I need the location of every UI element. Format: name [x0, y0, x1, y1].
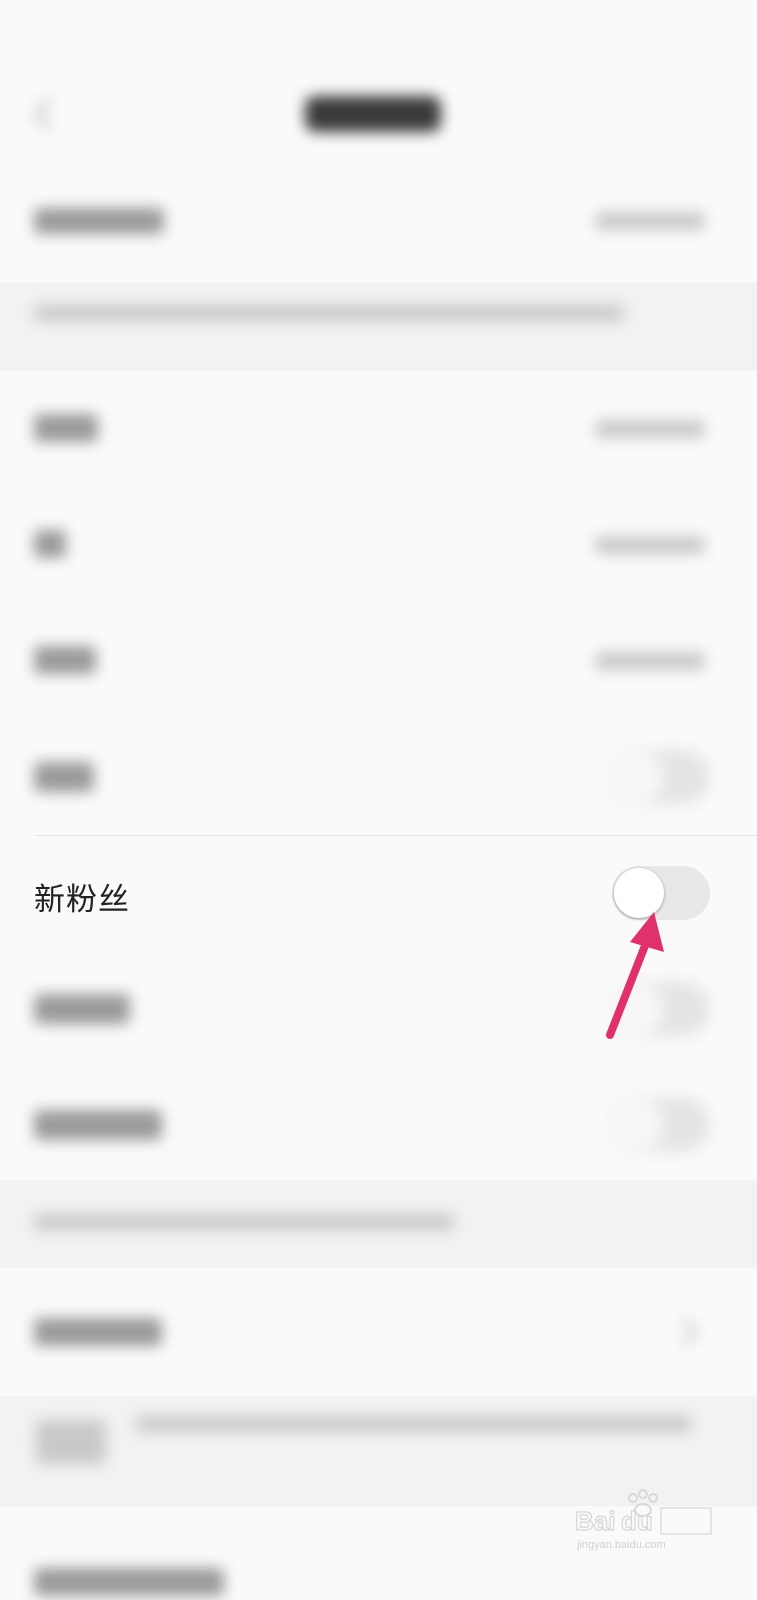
row-label	[34, 1318, 162, 1346]
row-label	[34, 994, 130, 1024]
back-arrow-icon[interactable]	[30, 96, 56, 132]
row-label	[34, 530, 66, 558]
note-text	[136, 1416, 691, 1432]
section-note-band	[0, 282, 757, 370]
row-label	[34, 762, 94, 792]
page-title	[305, 96, 441, 132]
row-value	[595, 420, 705, 438]
baidu-jingyan-watermark-icon: Bai du jingyan.baidu.com	[575, 1489, 712, 1551]
svg-text:Bai: Bai	[575, 1506, 615, 1536]
row-toggle[interactable]	[612, 750, 710, 804]
svg-text:jingyan.baidu.com: jingyan.baidu.com	[576, 1539, 666, 1551]
note-text	[34, 305, 624, 321]
row-value	[595, 212, 705, 230]
svg-text:du: du	[621, 1506, 653, 1536]
row-toggle[interactable]	[612, 1098, 710, 1152]
new-fans-label: 新粉丝	[34, 882, 130, 918]
chevron-right-icon	[680, 1316, 700, 1348]
row-label	[34, 208, 164, 234]
row-value	[595, 652, 705, 670]
row-value	[595, 536, 705, 554]
row-label	[34, 1110, 162, 1140]
row-label	[34, 1568, 224, 1596]
note-icon	[36, 1420, 106, 1464]
row-label	[34, 646, 96, 674]
annotation-arrow-icon	[606, 912, 664, 1039]
row-label	[34, 414, 98, 442]
note-text	[34, 1214, 454, 1230]
